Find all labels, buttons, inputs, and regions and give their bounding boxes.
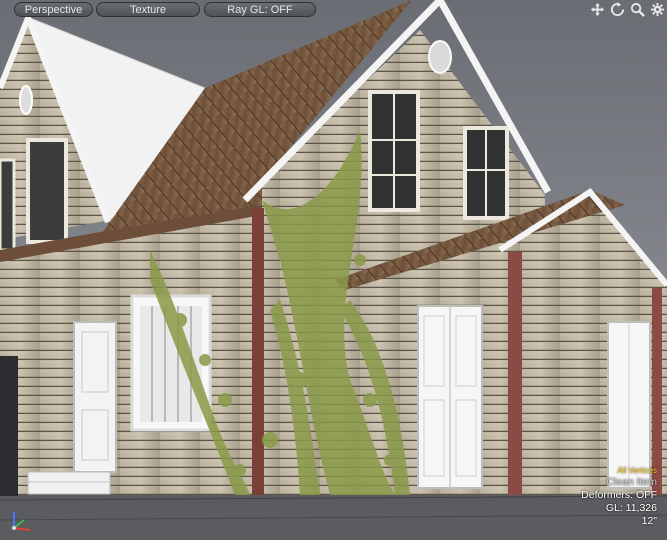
left-upper-window: [26, 138, 68, 244]
mesh-name-label: Clean Item: [606, 476, 657, 488]
porch-post-left: [508, 252, 522, 495]
move-icon[interactable]: [590, 2, 605, 17]
view-mode-dropdown[interactable]: Perspective: [14, 2, 93, 17]
viewport-info-overlay: All Vertices Clean Item Deformers: OFF G…: [581, 466, 657, 528]
3d-viewport[interactable]: [0, 0, 667, 540]
selection-mode-label: All Vertices: [617, 466, 657, 475]
axis-gizmo-icon: [12, 512, 31, 531]
gl-poly-count: GL: 11,326: [605, 502, 657, 514]
porch-post-right: [652, 288, 662, 495]
ray-gl-toggle[interactable]: Ray GL: OFF: [204, 2, 316, 17]
zoom-icon[interactable]: [630, 2, 645, 17]
grid-size-label: 12": [641, 515, 657, 527]
corner-post: [252, 208, 264, 495]
settings-icon[interactable]: [650, 2, 665, 17]
left-door: [73, 321, 117, 473]
deformers-status: Deformers: OFF: [581, 489, 657, 501]
shading-mode-dropdown[interactable]: Texture: [96, 2, 200, 17]
front-steps: [27, 471, 111, 495]
rotate-icon[interactable]: [610, 2, 625, 17]
